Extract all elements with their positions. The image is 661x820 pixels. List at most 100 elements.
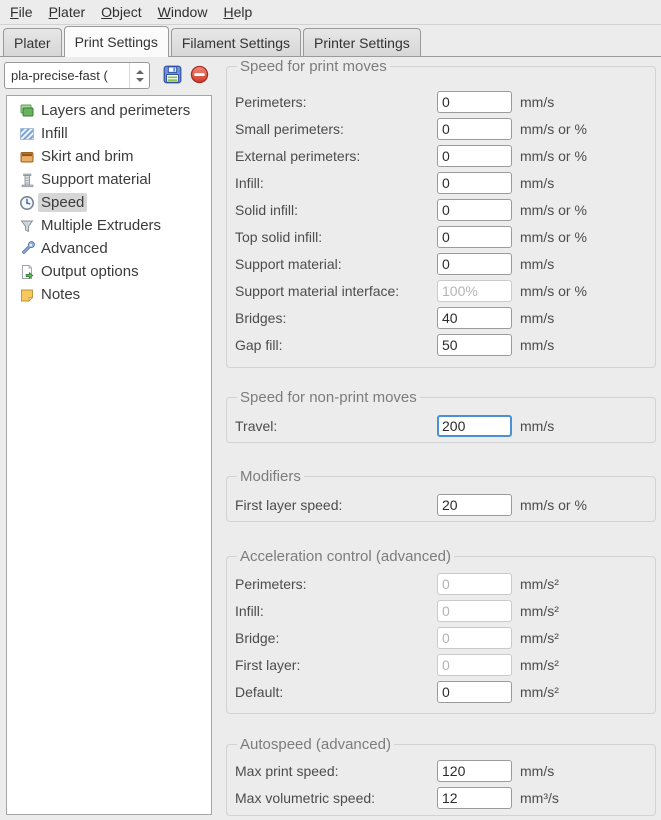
settings-row: Solid infill: mm/s or % [235, 196, 647, 223]
tree-item-label: Infill [41, 125, 68, 142]
save-preset-button[interactable] [162, 65, 182, 85]
tree-item-speed[interactable]: Speed [7, 191, 211, 214]
gap-fill-input[interactable] [437, 334, 512, 356]
max-print-speed-input[interactable] [437, 760, 512, 782]
external-perimeters-input[interactable] [437, 145, 512, 167]
unit-label: mm/s [520, 256, 554, 272]
tab-filament-settings[interactable]: Filament Settings [171, 28, 301, 56]
perimeters-input[interactable] [437, 91, 512, 113]
accel-bridge-input [437, 627, 512, 649]
preset-select[interactable]: pla-precise-fast ( [4, 62, 150, 89]
field-label: Support material: [235, 256, 437, 272]
spinner-arrows-icon[interactable] [129, 63, 149, 88]
menu-window[interactable]: Window [150, 1, 216, 23]
infill-icon [19, 126, 35, 142]
menubar: File Plater Object Window Help [0, 0, 661, 25]
field-label: Default: [235, 684, 437, 700]
unit-label: mm/s or % [520, 229, 587, 245]
accel-infill-input [437, 600, 512, 622]
tree-item-notes[interactable]: Notes [7, 283, 211, 306]
infill-speed-input[interactable] [437, 172, 512, 194]
group-title: Speed for non-print moves [237, 389, 420, 406]
accel-default-input[interactable] [437, 681, 512, 703]
tab-print-settings[interactable]: Print Settings [64, 26, 169, 57]
field-label: Solid infill: [235, 202, 437, 218]
unit-label: mm/s or % [520, 283, 587, 299]
skirt-icon [19, 149, 35, 165]
field-label: Small perimeters: [235, 121, 437, 137]
floppy-disk-icon [163, 65, 182, 84]
group-title: Autospeed (advanced) [237, 736, 394, 753]
tree-item-advanced[interactable]: Advanced [7, 237, 211, 260]
unit-label: mm/s or % [520, 202, 587, 218]
delete-circle-icon [190, 65, 209, 84]
layers-icon [19, 103, 35, 119]
settings-category-tree: Layers and perimeters Infill [6, 95, 212, 815]
group-acceleration-control: Acceleration control (advanced) Perimete… [226, 548, 656, 714]
field-label: Perimeters: [235, 576, 437, 592]
settings-row: Support material: mm/s [235, 250, 647, 277]
group-autospeed: Autospeed (advanced) Max print speed: mm… [226, 736, 656, 816]
tree-item-infill[interactable]: Infill [7, 122, 211, 145]
tree-item-output-options[interactable]: Output options [7, 260, 211, 283]
first-layer-speed-input[interactable] [437, 494, 512, 516]
unit-label: mm/s [520, 763, 554, 779]
tree-item-multiple-extruders[interactable]: Multiple Extruders [7, 214, 211, 237]
small-perimeters-input[interactable] [437, 118, 512, 140]
travel-input[interactable] [437, 415, 512, 437]
field-label: Support material interface: [235, 283, 437, 299]
settings-row: Default: mm/s² [235, 678, 647, 705]
tree-item-skirt-and-brim[interactable]: Skirt and brim [7, 145, 211, 168]
settings-row: Travel: mm/s [235, 412, 647, 439]
tab-plater[interactable]: Plater [3, 28, 62, 56]
settings-row: Infill: mm/s [235, 169, 647, 196]
tree-item-label: Layers and perimeters [41, 102, 190, 119]
tab-bar: Plater Print Settings Filament Settings … [0, 25, 661, 57]
field-label: Infill: [235, 603, 437, 619]
group-modifiers: Modifiers First layer speed: mm/s or % [226, 468, 656, 522]
speed-icon [19, 195, 35, 211]
tree-item-label: Output options [41, 263, 139, 280]
accel-first-layer-input [437, 654, 512, 676]
field-label: First layer speed: [235, 497, 437, 513]
support-material-input[interactable] [437, 253, 512, 275]
output-icon [19, 264, 35, 280]
solid-infill-input[interactable] [437, 199, 512, 221]
tab-printer-settings[interactable]: Printer Settings [303, 28, 421, 56]
bridges-input[interactable] [437, 307, 512, 329]
tree-item-support-material[interactable]: Support material [7, 168, 211, 191]
settings-row: Infill: mm/s² [235, 597, 647, 624]
unit-label: mm/s² [520, 576, 559, 592]
settings-row: Support material interface: mm/s or % [235, 277, 647, 304]
menu-plater[interactable]: Plater [41, 1, 94, 23]
settings-row: Bridge: mm/s² [235, 624, 647, 651]
unit-label: mm/s [520, 310, 554, 326]
tree-item-layers-and-perimeters[interactable]: Layers and perimeters [7, 99, 211, 122]
settings-row: Max print speed: mm/s [235, 757, 647, 784]
field-label: Infill: [235, 175, 437, 191]
settings-row: First layer speed: mm/s or % [235, 491, 647, 518]
settings-row: Max volumetric speed: mm³/s [235, 784, 647, 811]
tree-item-label: Skirt and brim [41, 148, 134, 165]
group-title: Acceleration control (advanced) [237, 548, 454, 565]
settings-row: Bridges: mm/s [235, 304, 647, 331]
unit-label: mm/s or % [520, 148, 587, 164]
field-label: Travel: [235, 418, 437, 434]
unit-label: mm/s² [520, 684, 559, 700]
unit-label: mm/s² [520, 657, 559, 673]
top-solid-infill-input[interactable] [437, 226, 512, 248]
print-settings-page: pla-precise-fast ( [0, 57, 661, 820]
menu-object[interactable]: Object [93, 1, 149, 23]
menu-help[interactable]: Help [215, 1, 260, 23]
unit-label: mm³/s [520, 790, 559, 806]
delete-preset-button[interactable] [189, 65, 209, 85]
slic3r-window: File Plater Object Window Help Plater Pr… [0, 0, 661, 57]
settings-row: First layer: mm/s² [235, 651, 647, 678]
field-label: Gap fill: [235, 337, 437, 353]
max-volumetric-speed-input[interactable] [437, 787, 512, 809]
field-label: First layer: [235, 657, 437, 673]
group-title: Modifiers [237, 468, 304, 485]
settings-row: Perimeters: mm/s [235, 88, 647, 115]
extruders-icon [19, 218, 35, 234]
menu-file[interactable]: File [2, 1, 41, 23]
